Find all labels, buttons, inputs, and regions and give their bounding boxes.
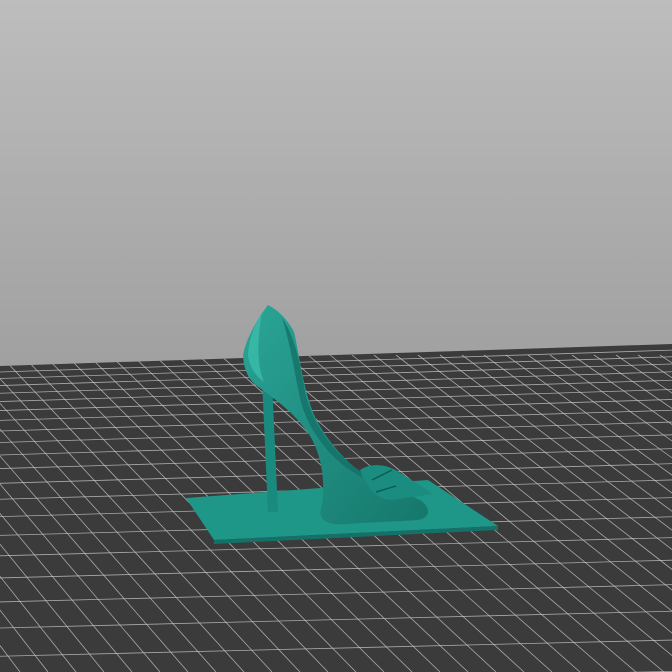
slicer-3d-viewport[interactable] xyxy=(0,0,672,672)
viewport-canvas[interactable] xyxy=(0,0,672,672)
